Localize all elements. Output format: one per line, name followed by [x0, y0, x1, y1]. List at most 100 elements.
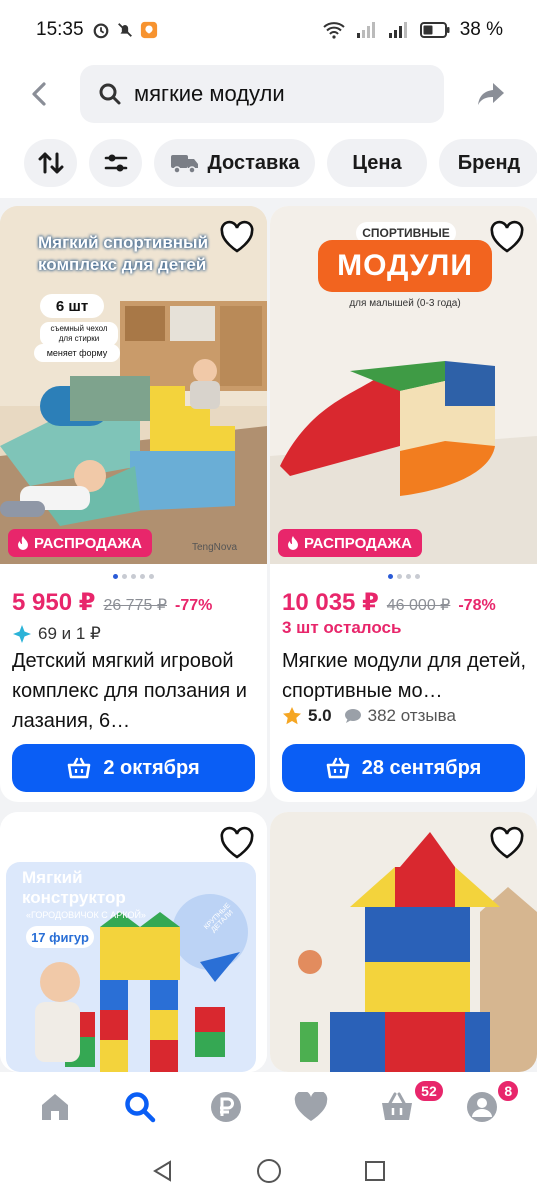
nav-home[interactable] [25, 1077, 85, 1137]
nav-profile[interactable]: 8 [452, 1077, 521, 1137]
delivery-date: 2 октября [103, 756, 200, 779]
filter-price[interactable]: Цена [327, 139, 427, 187]
favorite-heart-icon[interactable] [489, 826, 525, 860]
basket-icon [68, 757, 91, 779]
price-old: 26 775 ₽ [103, 597, 167, 614]
recents-square-icon[interactable] [364, 1160, 386, 1182]
image-sub-label: «ГОРОДОВИЧОК С АРКОЙ» [26, 910, 146, 920]
add-to-cart-button[interactable]: 28 сентября [282, 744, 525, 792]
sparkle-icon [13, 625, 31, 643]
search-input[interactable]: мягкие модули [80, 65, 444, 123]
reviews-count: 382 отзыва [367, 706, 456, 725]
filters-button[interactable] [89, 139, 142, 187]
add-to-cart-button[interactable]: 2 октября [12, 744, 255, 792]
delivery-date: 28 сентября [361, 756, 482, 779]
image-tag: меняет форму [34, 344, 120, 362]
pager-dot [122, 574, 127, 579]
sale-badge-label: РАСПРОДАЖА [34, 534, 142, 552]
image-sub-label: для малышей (0-3 года) [349, 298, 461, 309]
sort-icon [38, 152, 63, 174]
product-title[interactable]: Детский мягкий игровой комплекс для полз… [12, 646, 257, 736]
comment-icon [344, 709, 361, 723]
pager-dot [414, 574, 420, 579]
bottom-nav: 52 8 [0, 1072, 537, 1142]
image-main-label: МОДУЛИ [318, 240, 492, 292]
fire-icon [18, 536, 28, 550]
image-pager [270, 574, 537, 579]
bonus-row: 69 и 1 ₽ [12, 624, 101, 644]
price-old: 46 000 ₽ [386, 597, 451, 614]
share-button[interactable] [444, 64, 537, 124]
bonus-text: 69 и 1 ₽ [38, 624, 101, 643]
battery-level: 38 % [459, 19, 503, 40]
pager-dot [113, 574, 118, 579]
price-row: 10 035 ₽ 46 000 ₽ -78% [282, 588, 496, 617]
image-tag: съемный чехол для стирки [40, 322, 118, 346]
filter-brand-label: Бренд [457, 151, 521, 174]
pager-dot [140, 574, 145, 579]
product-card[interactable]: Мягкий спортивный комплекс для детей 6 ш… [0, 206, 267, 802]
discount: -77% [175, 597, 213, 614]
image-brand: TengNova [192, 542, 238, 553]
chevron-left-icon [32, 82, 46, 106]
product-card[interactable]: СПОРТИВНЫЕ МОДУЛИ для малышей (0-3 года)… [270, 206, 537, 802]
discount: -78% [458, 597, 496, 614]
filter-delivery-label: Доставка [207, 151, 300, 174]
basket-icon [326, 757, 350, 779]
filter-delivery[interactable]: Доставка [154, 139, 315, 187]
back-triangle-icon[interactable] [151, 1159, 175, 1183]
basket-icon [381, 1092, 412, 1120]
product-card[interactable]: Мягкий конструктор «ГОРОДОВИЧОК С АРКОЙ»… [0, 812, 267, 1072]
home-circle-icon[interactable] [256, 1158, 282, 1184]
nav-cart[interactable]: 52 [367, 1077, 445, 1137]
sale-badge: РАСПРОДАЖА [278, 529, 422, 557]
ruble-icon [210, 1092, 241, 1122]
filter-brand[interactable]: Бренд [439, 139, 537, 187]
product-image[interactable]: СПОРТИВНЫЕ МОДУЛИ для малышей (0-3 года) [270, 206, 537, 564]
search-header: мягкие модули [0, 60, 537, 128]
home-icon [41, 1094, 68, 1120]
app-notification-icon [140, 21, 157, 39]
search-query: мягкие модули [134, 81, 285, 106]
filter-bar: Доставка Цена Бренд [0, 128, 537, 198]
rating-row: 5.0 382 отзыва [282, 706, 456, 726]
cart-count-badge: 52 [413, 1079, 445, 1103]
product-image[interactable]: Мягкий спортивный комплекс для детей 6 ш… [0, 206, 267, 564]
heart-icon [295, 1092, 328, 1121]
signal-1-icon [356, 22, 375, 38]
image-headline: Мягкий конструктор [22, 868, 126, 907]
product-title[interactable]: Мягкие модули для детей, спортивные мо… [282, 646, 527, 706]
stock-left: 3 шт осталось [282, 618, 402, 637]
share-arrow-icon [477, 83, 504, 105]
pager-dot [149, 574, 154, 579]
system-nav-bar [0, 1142, 537, 1200]
pager-dot [405, 574, 411, 579]
filter-price-label: Цена [352, 151, 402, 174]
image-pager [0, 574, 267, 579]
image-count: 6 шт [40, 294, 104, 318]
status-bar: 15:35 38 % [0, 0, 537, 60]
search-icon [99, 83, 121, 105]
favorite-heart-icon[interactable] [219, 826, 255, 860]
price-current: 5 950 ₽ [12, 589, 96, 616]
image-count: 17 фигур [26, 926, 94, 948]
battery-icon [419, 22, 450, 38]
bell-muted-icon [117, 23, 132, 37]
nav-payments[interactable] [196, 1077, 256, 1137]
product-card[interactable] [270, 812, 537, 1072]
favorite-heart-icon[interactable] [489, 220, 525, 254]
profile-icon [467, 1092, 498, 1122]
sort-button[interactable] [24, 139, 77, 187]
alarm-icon [93, 23, 108, 39]
sliders-icon [104, 154, 127, 172]
image-headline: Мягкий спортивный комплекс для детей [38, 233, 209, 274]
nav-search[interactable] [110, 1077, 170, 1137]
nav-favorites[interactable] [281, 1077, 341, 1137]
wifi-icon [323, 22, 345, 39]
search-icon [125, 1092, 156, 1123]
favorite-heart-icon[interactable] [219, 220, 255, 254]
star-icon [283, 707, 301, 725]
back-button[interactable] [0, 64, 80, 124]
price-row: 5 950 ₽ 26 775 ₽ -77% [12, 588, 212, 617]
status-time: 15:35 [36, 19, 84, 40]
